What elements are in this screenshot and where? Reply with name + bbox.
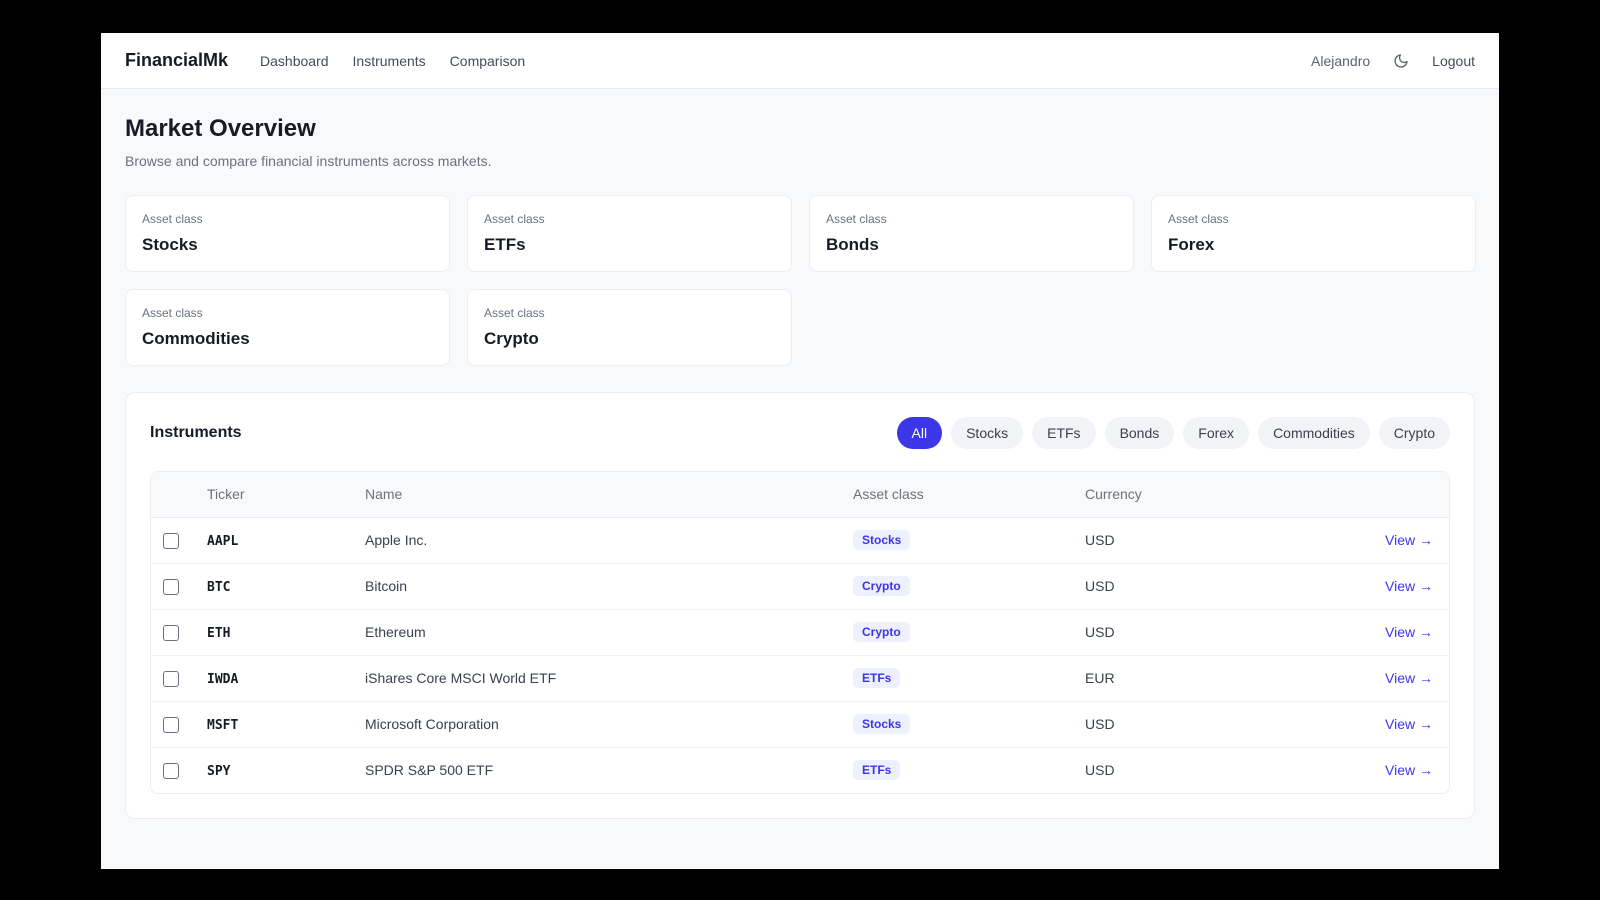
header-select <box>151 472 207 518</box>
row-name: Microsoft Corporation <box>365 701 853 748</box>
logout-button[interactable]: Logout <box>1432 53 1475 69</box>
asset-class-cards: Asset class Stocks Asset class ETFs Asse… <box>125 195 1476 366</box>
filter-pill-etfs[interactable]: ETFs <box>1032 417 1096 449</box>
asset-card-crypto[interactable]: Asset class Crypto <box>467 289 792 366</box>
asset-card-kicker: Asset class <box>142 306 203 320</box>
asset-card-kicker: Asset class <box>142 212 203 226</box>
row-currency: EUR <box>1085 655 1285 702</box>
row-currency: USD <box>1085 609 1285 656</box>
view-link[interactable]: View → <box>1385 716 1433 732</box>
nav-links: Dashboard Instruments Comparison <box>260 53 525 69</box>
filter-pill-bonds[interactable]: Bonds <box>1104 417 1175 449</box>
row-name: iShares Core MSCI World ETF <box>365 655 853 702</box>
row-name: Ethereum <box>365 609 853 656</box>
row-checkbox[interactable] <box>163 716 179 733</box>
table-header-row: Ticker Name Asset class Currency <box>151 472 1449 518</box>
column-header-asset-class[interactable]: Asset class <box>853 472 1085 518</box>
asset-class-badge: Stocks <box>853 530 911 550</box>
instruments-table: Ticker Name Asset class Currency AAPL Ap… <box>151 472 1449 793</box>
asset-class-badge: ETFs <box>853 668 901 688</box>
asset-card-kicker: Asset class <box>484 306 545 320</box>
asset-card-value: Crypto <box>484 329 539 348</box>
row-checkbox[interactable] <box>163 532 179 549</box>
brand-logo[interactable]: FinancialMk <box>125 50 228 71</box>
filter-pill-all[interactable]: All <box>896 417 943 449</box>
row-checkbox[interactable] <box>163 624 179 641</box>
row-currency: USD <box>1085 563 1285 610</box>
filter-pill-commodities[interactable]: Commodities <box>1258 417 1370 449</box>
instruments-panel: Instruments All Stocks ETFs Bonds Forex … <box>125 392 1475 819</box>
filter-pill-stocks[interactable]: Stocks <box>951 417 1024 449</box>
row-checkbox[interactable] <box>163 670 179 687</box>
asset-class-badge: Stocks <box>853 714 911 734</box>
row-name: Apple Inc. <box>365 517 853 564</box>
page-subtitle: Browse and compare financial instruments… <box>125 153 492 169</box>
column-header-currency[interactable]: Currency <box>1085 472 1285 518</box>
asset-filter-group: All Stocks ETFs Bonds Forex Commodities … <box>896 417 1450 449</box>
page-title: Market Overview <box>125 115 316 142</box>
row-ticker: AAPL <box>207 533 239 549</box>
asset-card-kicker: Asset class <box>1168 212 1229 226</box>
row-ticker: MSFT <box>207 717 239 733</box>
moon-icon[interactable] <box>1392 52 1410 70</box>
nav-link-comparison[interactable]: Comparison <box>450 53 525 69</box>
top-navigation: FinancialMk Dashboard Instruments Compar… <box>101 33 1499 89</box>
instruments-table-container: Ticker Name Asset class Currency AAPL Ap… <box>150 471 1450 794</box>
column-header-actions <box>1285 472 1449 518</box>
asset-card-value: Bonds <box>826 235 879 254</box>
app-window: FinancialMk Dashboard Instruments Compar… <box>101 33 1499 869</box>
filter-pill-forex[interactable]: Forex <box>1183 417 1250 449</box>
row-ticker: BTC <box>207 579 231 595</box>
asset-card-value: Commodities <box>142 329 250 348</box>
asset-card-kicker: Asset class <box>826 212 887 226</box>
view-link[interactable]: View → <box>1385 578 1433 594</box>
asset-card-stocks[interactable]: Asset class Stocks <box>125 195 450 272</box>
main-content: Market Overview Browse and compare finan… <box>101 89 1499 819</box>
row-currency: USD <box>1085 517 1285 564</box>
table-row: MSFT Microsoft Corporation Stocks USD Vi… <box>151 701 1449 748</box>
row-checkbox[interactable] <box>163 762 179 779</box>
table-row: IWDA iShares Core MSCI World ETF ETFs EU… <box>151 655 1449 702</box>
asset-card-bonds[interactable]: Asset class Bonds <box>809 195 1134 272</box>
nav-right: Alejandro Logout <box>1311 52 1475 70</box>
asset-card-kicker: Asset class <box>484 212 545 226</box>
view-link[interactable]: View → <box>1385 532 1433 548</box>
asset-card-commodities[interactable]: Asset class Commodities <box>125 289 450 366</box>
asset-class-badge: Crypto <box>853 622 910 642</box>
asset-card-value: Forex <box>1168 235 1215 254</box>
nav-link-instruments[interactable]: Instruments <box>353 53 426 69</box>
asset-card-forex[interactable]: Asset class Forex <box>1151 195 1476 272</box>
view-link[interactable]: View → <box>1385 624 1433 640</box>
view-link[interactable]: View → <box>1385 762 1433 778</box>
asset-card-etfs[interactable]: Asset class ETFs <box>467 195 792 272</box>
row-name: Bitcoin <box>365 563 853 610</box>
column-header-name[interactable]: Name <box>365 472 853 518</box>
asset-class-badge: ETFs <box>853 760 901 781</box>
table-row: BTC Bitcoin Crypto USD View → <box>151 563 1449 610</box>
view-link[interactable]: View → <box>1385 670 1433 686</box>
row-ticker: SPY <box>207 763 231 779</box>
table-row: ETH Ethereum Crypto USD View → <box>151 609 1449 656</box>
row-ticker: IWDA <box>207 671 239 687</box>
user-name: Alejandro <box>1311 52 1371 69</box>
row-name: SPDR S&P 500 ETF <box>365 762 494 779</box>
instruments-title: Instruments <box>150 424 242 441</box>
row-currency: USD <box>1085 762 1115 779</box>
nav-link-dashboard[interactable]: Dashboard <box>260 53 329 69</box>
row-ticker: ETH <box>207 625 231 641</box>
column-header-ticker[interactable]: Ticker <box>207 472 365 518</box>
table-row: AAPL Apple Inc. Stocks USD View → <box>151 517 1449 564</box>
filter-pill-crypto[interactable]: Crypto <box>1378 417 1450 449</box>
instruments-panel-header: Instruments All Stocks ETFs Bonds Forex … <box>150 417 1450 449</box>
table-row: SPY SPDR S&P 500 ETF ETFs USD View → <box>151 747 1449 793</box>
asset-class-badge: Crypto <box>853 576 910 596</box>
asset-card-value: ETFs <box>484 235 526 254</box>
row-currency: USD <box>1085 701 1285 748</box>
row-checkbox[interactable] <box>163 578 179 595</box>
asset-card-value: Stocks <box>142 235 198 254</box>
